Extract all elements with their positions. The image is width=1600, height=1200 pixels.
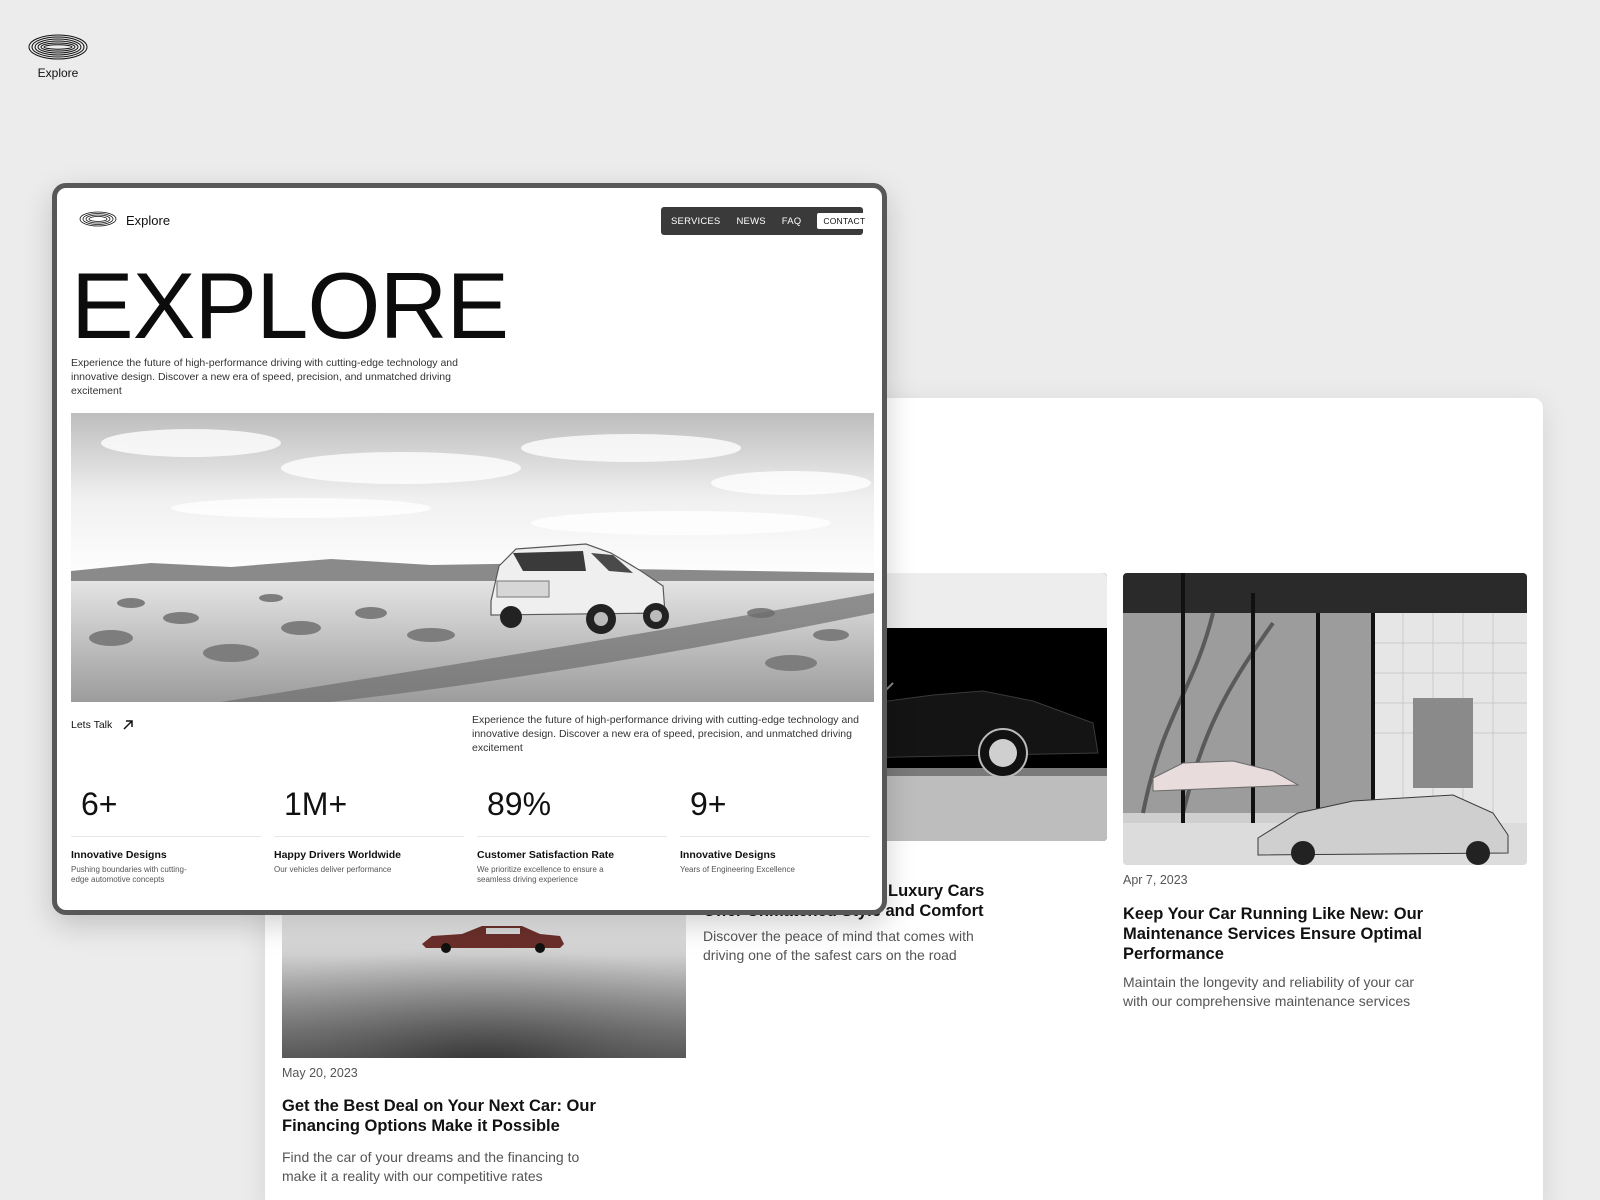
post-description: Find the car of your dreams and the fina…: [282, 1149, 580, 1184]
stat-value: 9+: [690, 786, 727, 822]
news-post[interactable]: Apr 7, 2023 Keep Your Car Running Like N…: [1123, 573, 1527, 1033]
stat-label: Customer Satisfaction Rate: [477, 849, 615, 861]
hero-title: EXPLORE: [71, 253, 509, 358]
nav-faq[interactable]: FAQ: [782, 216, 810, 227]
brand-name[interactable]: Explore: [126, 213, 170, 228]
lets-talk-link[interactable]: Lets Talk: [71, 719, 134, 731]
stat-label: Innovative Designs: [71, 849, 167, 861]
stat-label: Innovative Designs: [680, 849, 776, 861]
oval-logo-icon: [28, 34, 88, 60]
post-image-red-car: [282, 898, 686, 1058]
stat-value: 6+: [81, 786, 118, 822]
arrow-up-right-icon: [123, 720, 133, 730]
stat-divider: [477, 836, 667, 837]
nav-news[interactable]: NEWS: [736, 216, 773, 227]
news-post[interactable]: May 20, 2023 Get the Best Deal on Your N…: [282, 898, 686, 1200]
post-date: May 20, 2023: [282, 1066, 358, 1080]
brand[interactable]: Explore: [26, 34, 90, 80]
post-date: Apr 7, 2023: [1123, 873, 1188, 887]
stat-divider: [680, 836, 870, 837]
hero-image-desert-suv: [71, 413, 874, 702]
nav-services[interactable]: SERVICES: [671, 216, 728, 227]
top-navigation: SERVICES NEWS FAQ CONTACT: [661, 207, 872, 235]
oval-logo-icon[interactable]: [79, 211, 117, 227]
stat-item: 9+ Innovative Designs Years of Engineeri…: [680, 788, 870, 875]
stat-label: Happy Drivers Worldwide: [274, 849, 402, 861]
stat-item: 6+ Innovative Designs Pushing boundaries…: [71, 788, 261, 885]
nav-contact-button[interactable]: CONTACT: [817, 213, 872, 229]
stat-subtext: Years of Engineering Excellence: [680, 865, 795, 874]
stat-item: 89% Customer Satisfaction Rate We priori…: [477, 788, 667, 885]
post-image-glass-garage: [1123, 573, 1527, 865]
lets-talk-label: Lets Talk: [71, 719, 113, 731]
stat-value: 1M+: [284, 786, 348, 822]
stat-subtext: We prioritize excellence to ensure a sea…: [477, 865, 604, 884]
post-description: Discover the peace of mind that comes wi…: [703, 928, 974, 963]
post-title[interactable]: Keep Your Car Running Like New: Our Main…: [1123, 904, 1433, 964]
landing-page-card: Explore SERVICES NEWS FAQ CONTACT EXPLOR…: [52, 183, 887, 915]
post-description: Maintain the longevity and reliability o…: [1123, 974, 1415, 1009]
stat-divider: [274, 836, 464, 837]
stat-subtext: Our vehicles deliver performance: [274, 865, 392, 874]
stat-value: 89%: [487, 786, 552, 822]
post-title[interactable]: Get the Best Deal on Your Next Car: Our …: [282, 1096, 602, 1136]
brand-name: Explore: [37, 66, 79, 80]
stat-divider: [71, 836, 261, 837]
stat-item: 1M+ Happy Drivers Worldwide Our vehicles…: [274, 788, 464, 875]
hero-description: Experience the future of high-performanc…: [71, 357, 458, 398]
secondary-description: Experience the future of high-performanc…: [472, 714, 859, 755]
stat-subtext: Pushing boundaries with cutting-edge aut…: [71, 865, 187, 884]
